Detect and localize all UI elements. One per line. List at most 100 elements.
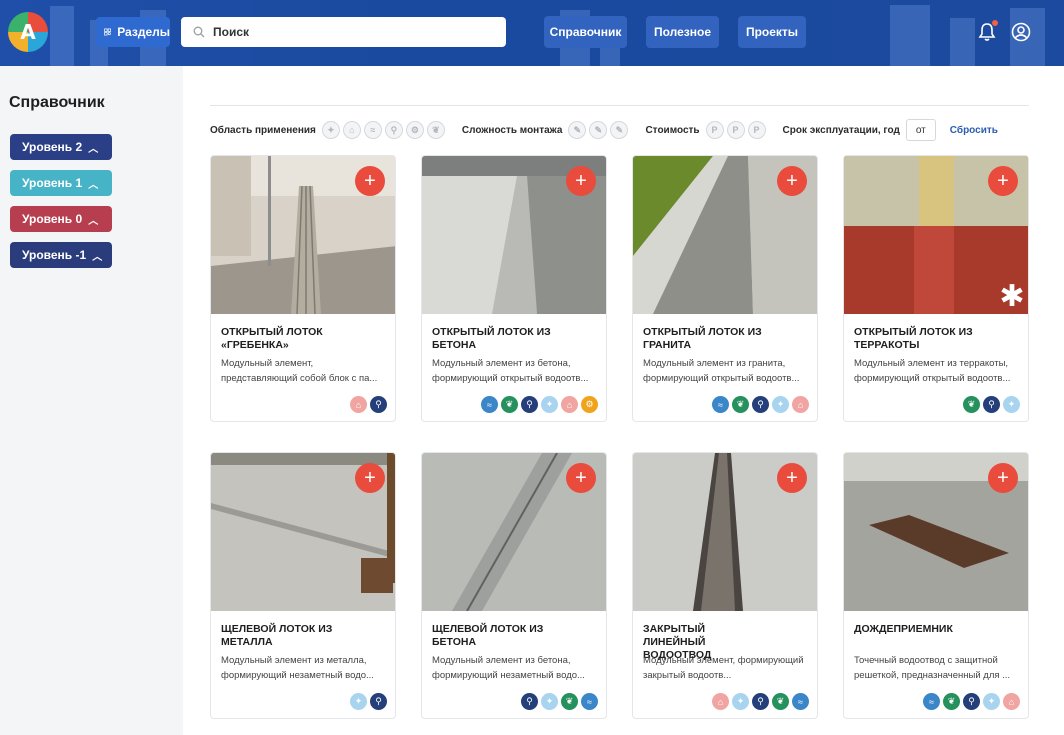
leaf-icon: ❦ (561, 693, 578, 710)
card-description: Модульный элемент из гранита, формирующи… (643, 358, 800, 384)
divider (210, 105, 1029, 106)
svg-text:✱: ✱ (999, 279, 1024, 314)
tree-icon: ✦ (983, 693, 1000, 710)
playground-icon: ⚙ (581, 396, 598, 413)
card-description: Модульный элемент из металла, формирующи… (221, 655, 374, 681)
reset-button[interactable]: Сбросить (950, 125, 998, 136)
leaf-icon: ❦ (732, 396, 749, 413)
pedestrian-icon: ⚲ (521, 693, 538, 710)
card-open-tray-granite[interactable]: + Открытый лоток из гранита Модульный эл… (632, 155, 818, 422)
nav-projects-label: Проекты (745, 25, 799, 39)
card-description: Модульный элемент из бетона, формирующий… (432, 358, 589, 384)
card-description: Точечный водоотвод с защитной решеткой, … (854, 655, 1011, 681)
profile-button[interactable] (1009, 20, 1033, 44)
search-input[interactable] (213, 25, 493, 39)
card-slot-tray-metal[interactable]: + Щелевой лоток из металла Модульный эле… (210, 452, 396, 719)
basket-icon: ⌂ (561, 396, 578, 413)
tree-icon: ✦ (350, 693, 367, 710)
card-icons: ⚲ ✦ ❦ ≈ (521, 693, 598, 710)
chevron-up-icon: ︿ (88, 215, 99, 227)
nav-projects-button[interactable]: Проекты (738, 16, 806, 48)
playground-icon[interactable]: ⚙ (405, 121, 424, 139)
card-description: Модульный элемент из бетона, формирующий… (432, 655, 585, 681)
card-slot-tray-concrete[interactable]: + Щелевой лоток из бетона Модульный элем… (421, 452, 607, 719)
level-label: Уровень 1 (22, 176, 83, 190)
add-button[interactable]: + (988, 463, 1018, 493)
tree-icon[interactable]: ✦ (321, 121, 340, 139)
water-icon: ≈ (712, 396, 729, 413)
lifetime-input[interactable]: от (905, 119, 936, 141)
water-icon[interactable]: ≈ (363, 121, 382, 139)
card-open-tray-concrete[interactable]: + Открытый лоток из бетона Модульный эле… (421, 155, 607, 422)
cost-filter-label: Стоимость (645, 124, 700, 136)
add-button[interactable]: + (566, 463, 596, 493)
ruble-icon[interactable]: Р (726, 121, 745, 139)
search-box[interactable] (181, 17, 506, 47)
tree-icon: ✦ (1003, 396, 1020, 413)
pedestrian-icon: ⚲ (370, 396, 387, 413)
card-open-tray-terracotta[interactable]: ✱ + Открытый лоток из терракоты Модульны… (843, 155, 1029, 422)
nav-useful-label: Полезное (653, 25, 711, 39)
add-button[interactable]: + (777, 166, 807, 196)
level-1-button[interactable]: Уровень 1 ︿ (10, 170, 112, 196)
pedestrian-icon: ⚲ (963, 693, 980, 710)
add-button[interactable]: + (777, 463, 807, 493)
sidebar: Справочник Уровень 2 ︿ Уровень 1 ︿ Уровень… (0, 66, 183, 735)
add-button[interactable]: + (355, 463, 385, 493)
leaf-icon: ❦ (943, 693, 960, 710)
basket-icon: ⌂ (1003, 693, 1020, 710)
search-icon (193, 26, 205, 38)
card-closed-linear-drain[interactable]: + Закрытый линейный водоотвод Модульный … (632, 452, 818, 719)
lifetime-filter-label: Срок эксплуатации, год (782, 124, 900, 136)
level-minus-1-button[interactable]: Уровень -1 ︿ (10, 242, 112, 268)
add-button[interactable]: + (566, 166, 596, 196)
ruble-icon[interactable]: Р (705, 121, 724, 139)
basket-icon: ⌂ (792, 396, 809, 413)
basket-icon: ⌂ (350, 396, 367, 413)
wrench-icon[interactable]: ✎ (568, 121, 587, 139)
card-icons: ❦ ⚲ ✦ (963, 396, 1020, 413)
card-title: Открытый лоток из гранита (643, 326, 762, 351)
card-title: Щелевой лоток из металла (221, 623, 333, 648)
level-label: Уровень -1 (22, 248, 87, 262)
card-icons: ≈ ❦ ⚲ ✦ ⌂ (712, 396, 809, 413)
nav-useful-button[interactable]: Полезное (646, 16, 719, 48)
level-label: Уровень 0 (22, 212, 83, 226)
filter-bar: Область применения ✦ ⌂ ≈ ⚲ ⚙ ❦ Сложность… (210, 119, 998, 141)
pedestrian-icon[interactable]: ⚲ (384, 121, 403, 139)
leaf-icon: ❦ (772, 693, 789, 710)
card-title: Дождеприемник (854, 623, 953, 635)
card-description: Модульный элемент, представляющий собой … (221, 358, 378, 384)
level-2-button[interactable]: Уровень 2 ︿ (10, 134, 112, 160)
card-icons: ✦ ⚲ (350, 693, 387, 710)
add-button[interactable]: + (988, 166, 1018, 196)
pedestrian-icon: ⚲ (370, 693, 387, 710)
water-icon: ≈ (792, 693, 809, 710)
add-button[interactable]: + (355, 166, 385, 196)
app-logo[interactable]: A (8, 12, 48, 52)
water-icon: ≈ (923, 693, 940, 710)
ruble-icon[interactable]: Р (747, 121, 766, 139)
card-open-tray-comb[interactable]: + Открытый лоток «гребенка» Модульный эл… (210, 155, 396, 422)
leaf-icon: ❦ (963, 396, 980, 413)
pedestrian-icon: ⚲ (752, 396, 769, 413)
grid-icon (104, 28, 112, 36)
notifications-button[interactable] (975, 20, 999, 44)
water-icon: ≈ (481, 396, 498, 413)
sections-button[interactable]: Разделы (96, 17, 170, 47)
complexity-filter-label: Сложность монтажа (461, 124, 563, 136)
nav-reference-button[interactable]: Справочник (544, 16, 627, 48)
area-filter-label: Область применения (210, 124, 316, 136)
basket-icon: ⌂ (712, 693, 729, 710)
card-description: Модульный элемент, формирующий закрытый … (643, 655, 804, 681)
wrench-icon[interactable]: ✎ (610, 121, 629, 139)
tree-icon: ✦ (541, 693, 558, 710)
main-content: Область применения ✦ ⌂ ≈ ⚲ ⚙ ❦ Сложность… (183, 66, 1064, 735)
card-storm-inlet[interactable]: + Дождеприемник Точечный водоотвод с защ… (843, 452, 1029, 719)
level-0-button[interactable]: Уровень 0 ︿ (10, 206, 112, 232)
leaf-icon[interactable]: ❦ (426, 121, 445, 139)
pedestrian-icon: ⚲ (752, 693, 769, 710)
pedestrian-icon: ⚲ (521, 396, 538, 413)
basket-icon[interactable]: ⌂ (342, 121, 361, 139)
wrench-icon[interactable]: ✎ (589, 121, 608, 139)
